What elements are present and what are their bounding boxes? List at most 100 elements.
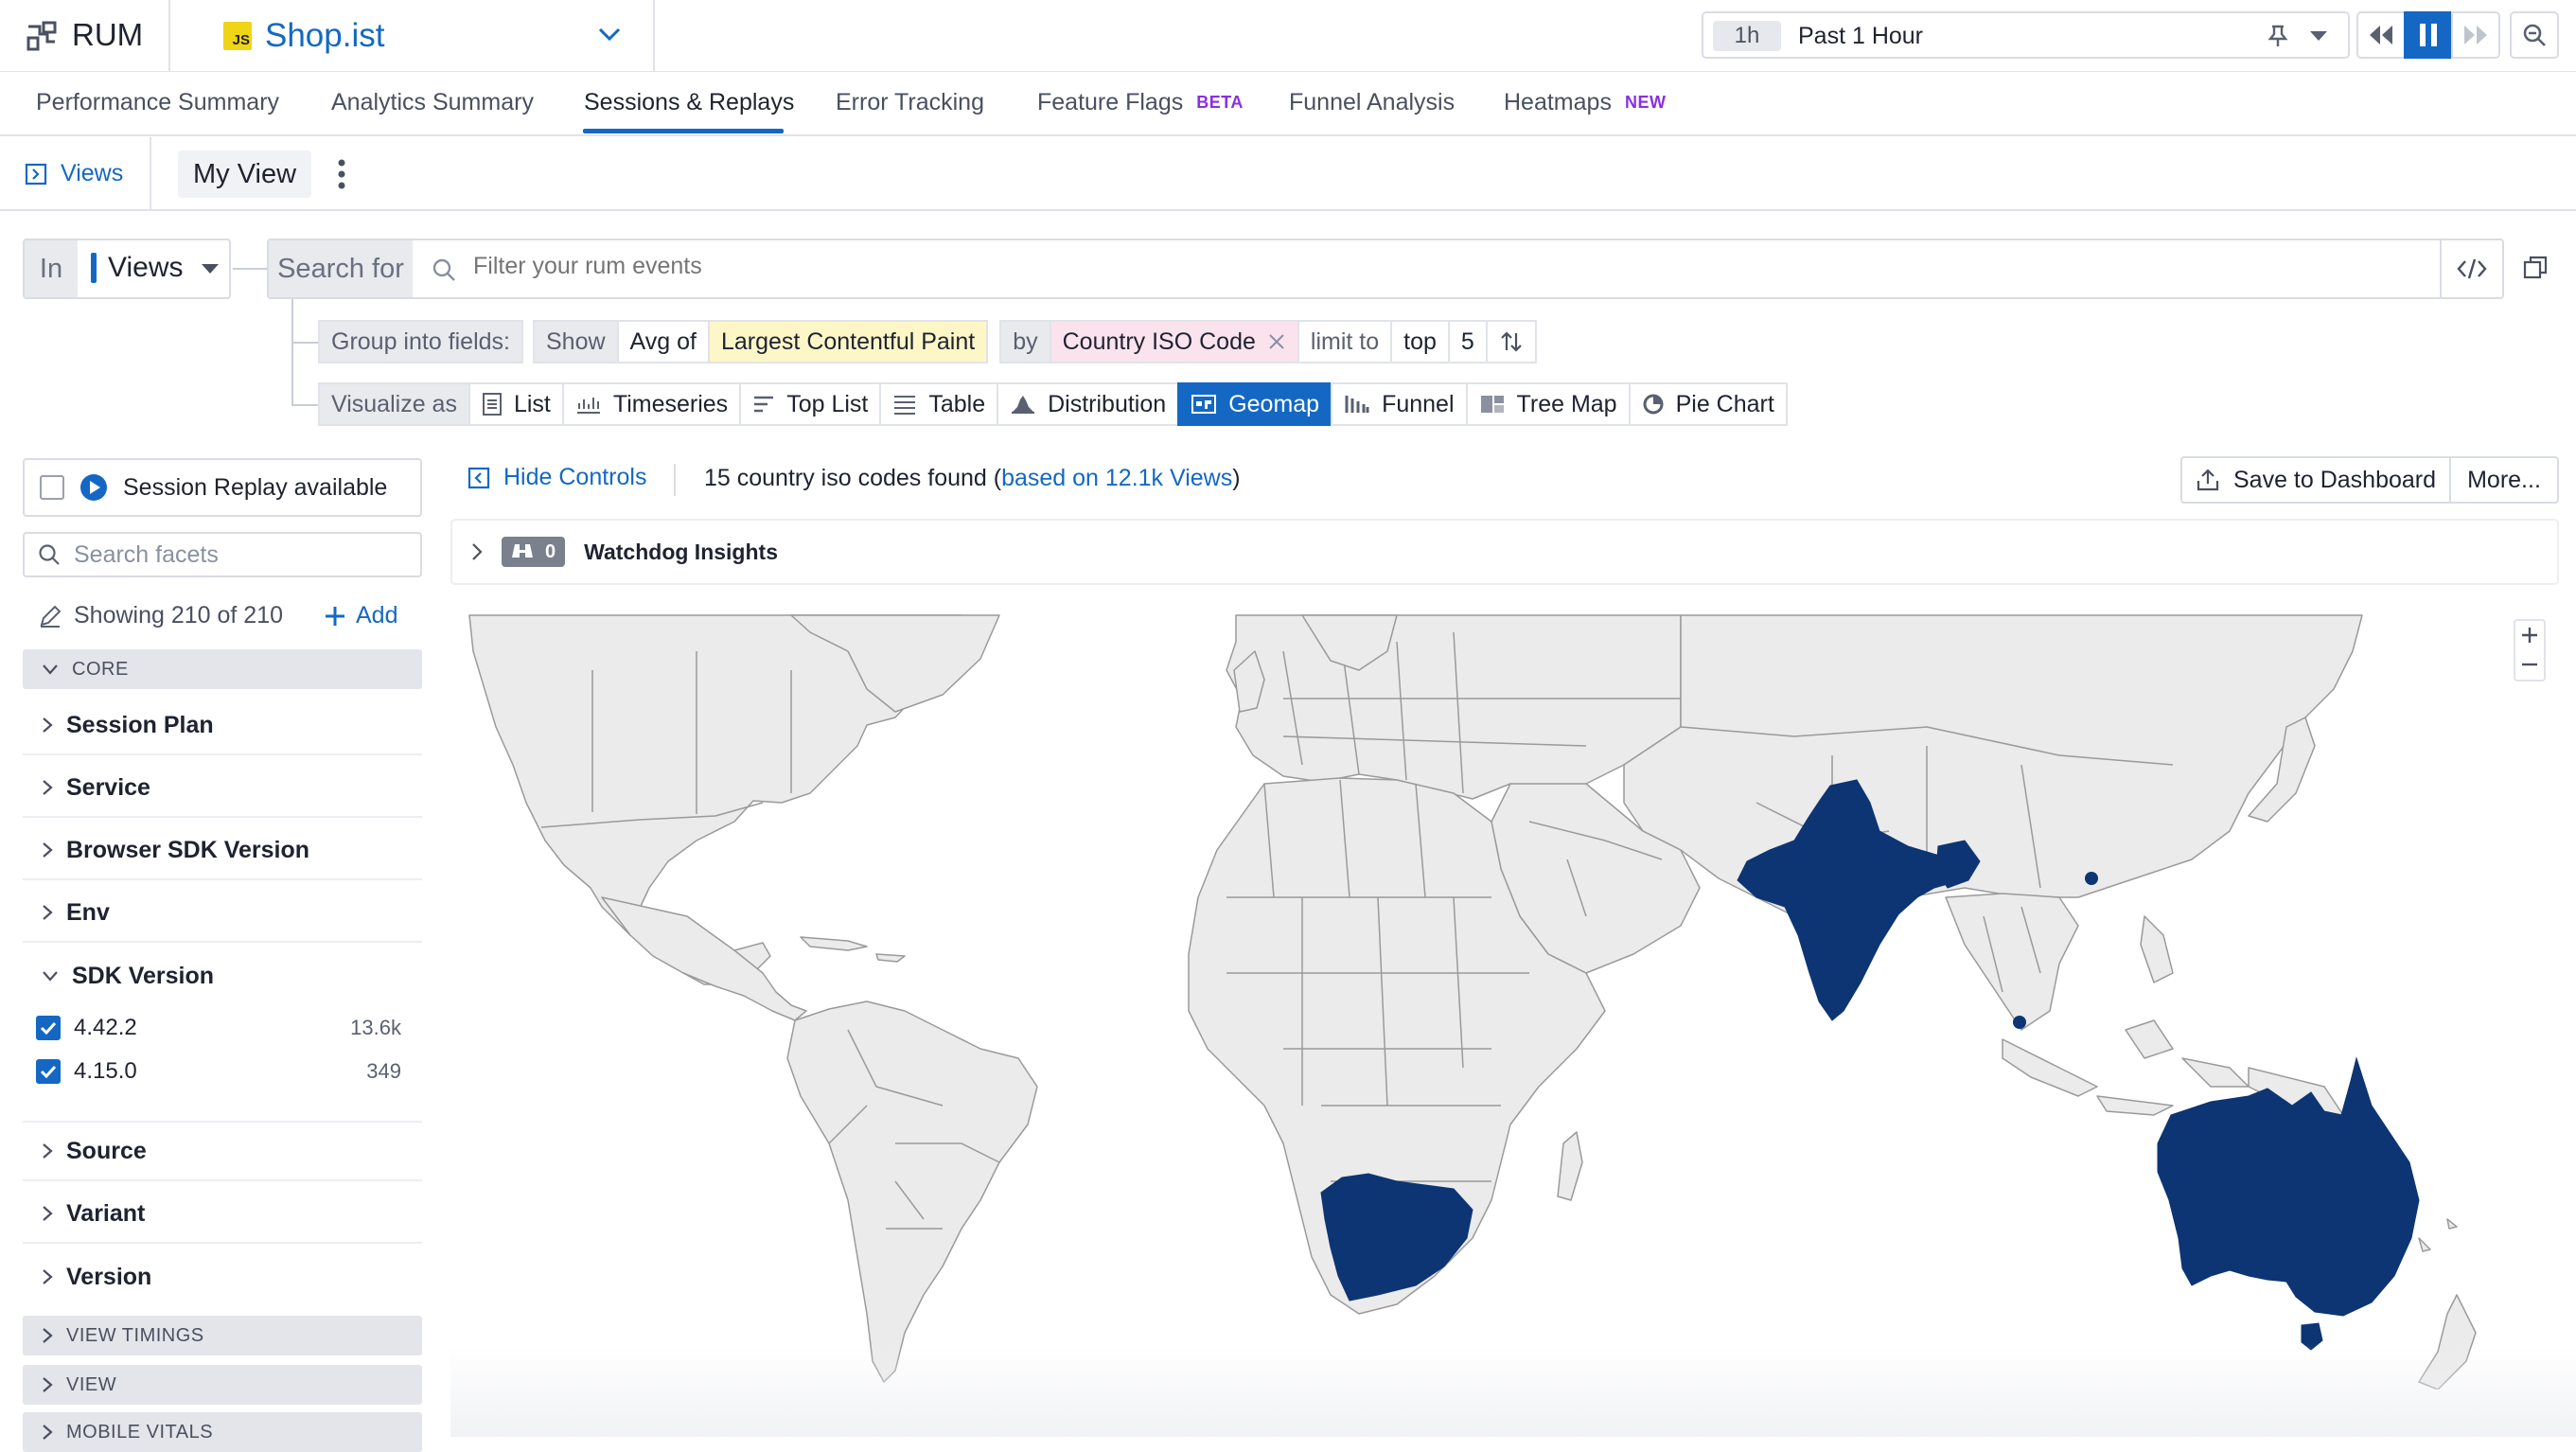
viz-piechart-button[interactable]: Pie Chart xyxy=(1628,382,1788,426)
tab-label: Heatmaps xyxy=(1504,89,1612,115)
chevron-right-icon xyxy=(471,542,483,561)
connector-line xyxy=(291,404,320,406)
connector-line xyxy=(233,268,267,270)
edit-icon[interactable] xyxy=(38,604,62,629)
data-source-selector[interactable]: In Views xyxy=(23,239,231,299)
world-map xyxy=(468,614,2477,1390)
binoculars-icon xyxy=(511,542,534,561)
facet-browser-sdk-version[interactable]: Browser SDK Version xyxy=(23,822,422,880)
fast-forward-button[interactable] xyxy=(2451,11,2500,59)
facet-search-box[interactable]: Search facets xyxy=(23,532,422,577)
facet-env[interactable]: Env xyxy=(23,884,422,943)
search-input[interactable] xyxy=(471,252,2080,281)
tab-feature-flags[interactable]: Feature Flags BETA xyxy=(1037,89,1244,116)
viz-distribution-button[interactable]: Distribution xyxy=(997,382,1180,426)
add-facet-button[interactable]: Add xyxy=(324,602,397,629)
zoom-search-button[interactable] xyxy=(2510,11,2559,59)
chevron-right-icon xyxy=(42,841,53,859)
pin-icon[interactable] xyxy=(2267,25,2288,47)
group-by-row: Group into fields: Show Avg of Largest C… xyxy=(318,320,1537,363)
tab-bar: Performance Summary Analytics Summary Se… xyxy=(0,72,2576,136)
project-selector[interactable]: JS Shop.ist xyxy=(223,17,384,55)
search-bar: Search for xyxy=(267,239,2504,299)
distribution-icon xyxy=(1010,394,1036,415)
save-label: Save to Dashboard xyxy=(2232,466,2437,493)
js-badge: JS xyxy=(223,22,252,50)
viz-geomap-button[interactable]: Geomap xyxy=(1177,382,1333,426)
views-panel-toggle[interactable]: Views xyxy=(25,160,123,187)
more-options-icon[interactable] xyxy=(333,156,350,192)
visualize-row: Visualize as List Timeseries Top List Ta… xyxy=(318,382,1788,426)
facet-source[interactable]: Source xyxy=(23,1123,422,1181)
tab-analytics-summary[interactable]: Analytics Summary xyxy=(331,89,534,116)
tab-performance-summary[interactable]: Performance Summary xyxy=(36,89,279,116)
time-picker[interactable]: 1h Past 1 Hour xyxy=(1702,11,2350,59)
play-icon xyxy=(79,473,108,502)
measure-select[interactable]: Largest Contentful Paint xyxy=(707,320,989,363)
viz-toplist-button[interactable]: Top List xyxy=(739,382,882,426)
watchdog-badge: 0 xyxy=(502,537,566,567)
zoom-out-button[interactable] xyxy=(2514,649,2546,682)
session-replay-filter[interactable]: Session Replay available xyxy=(23,458,422,517)
facet-group-view-timings[interactable]: VIEW TIMINGS xyxy=(23,1316,422,1355)
facet-version[interactable]: Version xyxy=(23,1248,422,1306)
project-name: Shop.ist xyxy=(265,17,385,54)
search-for-label: Search for xyxy=(269,240,413,297)
tab-label: Feature Flags xyxy=(1037,89,1184,115)
chevron-down-icon[interactable] xyxy=(598,27,621,42)
close-icon[interactable] xyxy=(1267,332,1286,351)
viz-table-button[interactable]: Table xyxy=(879,382,999,426)
session-replay-checkbox[interactable] xyxy=(40,475,64,500)
facet-value-checkbox[interactable] xyxy=(36,1016,61,1040)
facet-session-plan[interactable]: Session Plan xyxy=(23,697,422,755)
chevron-right-icon xyxy=(42,717,53,734)
geomap[interactable] xyxy=(450,613,2559,1390)
facet-group-view[interactable]: VIEW xyxy=(23,1365,422,1405)
tab-funnel-analysis[interactable]: Funnel Analysis xyxy=(1289,89,1455,116)
current-view-name[interactable]: My View xyxy=(178,151,312,198)
facet-sdk-version[interactable]: SDK Version xyxy=(23,947,422,1005)
viz-timeseries-button[interactable]: Timeseries xyxy=(561,382,742,426)
caribbean-islands xyxy=(800,936,906,963)
limit-direction-select[interactable]: top xyxy=(1390,320,1450,363)
facet-group-core[interactable]: CORE xyxy=(23,649,422,689)
facet-group-mobile-vitals[interactable]: MOBILE VITALS xyxy=(23,1412,422,1452)
sort-order-button[interactable] xyxy=(1485,320,1537,363)
funnel-icon xyxy=(1344,394,1370,415)
hide-controls-button[interactable]: Hide Controls xyxy=(468,464,646,491)
tab-heatmaps[interactable]: Heatmaps NEW xyxy=(1504,89,1666,116)
more-button[interactable]: More... xyxy=(2449,456,2559,504)
results-basis-link[interactable]: based on 12.1k Views xyxy=(1001,465,1232,491)
facet-value-row[interactable]: 4.15.0 349 xyxy=(36,1053,422,1090)
limit-count-input[interactable]: 5 xyxy=(1447,320,1488,363)
viz-list-button[interactable]: List xyxy=(468,382,564,426)
tab-sessions-replays[interactable]: Sessions & Replays xyxy=(584,89,794,116)
top-bar: RUM JS Shop.ist 1h Past 1 Hour xyxy=(0,0,2576,72)
south-africa-highlight xyxy=(1320,1173,1473,1301)
facet-value-checkbox[interactable] xyxy=(36,1059,61,1084)
zoom-in-button[interactable] xyxy=(2514,619,2546,651)
facet-service[interactable]: Service xyxy=(23,759,422,818)
facet-label: Session Plan xyxy=(66,711,214,738)
facet-value-row[interactable]: 4.42.2 13.6k xyxy=(36,1009,422,1047)
facet-variant[interactable]: Variant xyxy=(23,1185,422,1244)
facet-search-input[interactable]: Search facets xyxy=(74,541,219,569)
pause-button[interactable] xyxy=(2404,11,2453,59)
connector-line xyxy=(291,342,320,344)
facet-group-label: MOBILE VITALS xyxy=(66,1421,214,1443)
copy-icon[interactable] xyxy=(2523,256,2548,280)
viz-label: Funnel xyxy=(1382,390,1455,417)
export-icon xyxy=(2196,468,2220,492)
caret-down-icon[interactable] xyxy=(2309,30,2328,42)
group-by-field[interactable]: Country ISO Code xyxy=(1049,320,1299,363)
tab-error-tracking[interactable]: Error Tracking xyxy=(836,89,984,116)
aggregation-select[interactable]: Avg of xyxy=(616,320,710,363)
viz-label: Top List xyxy=(786,390,869,417)
code-view-button[interactable] xyxy=(2440,240,2502,297)
viz-treemap-button[interactable]: Tree Map xyxy=(1465,382,1631,426)
viz-funnel-button[interactable]: Funnel xyxy=(1331,382,1468,426)
watchdog-insights-panel[interactable]: 0 Watchdog Insights xyxy=(450,519,2559,585)
rewind-button[interactable] xyxy=(2356,11,2406,59)
save-to-dashboard-button[interactable]: Save to Dashboard xyxy=(2180,456,2451,504)
facet-value-count: 349 xyxy=(366,1059,401,1083)
